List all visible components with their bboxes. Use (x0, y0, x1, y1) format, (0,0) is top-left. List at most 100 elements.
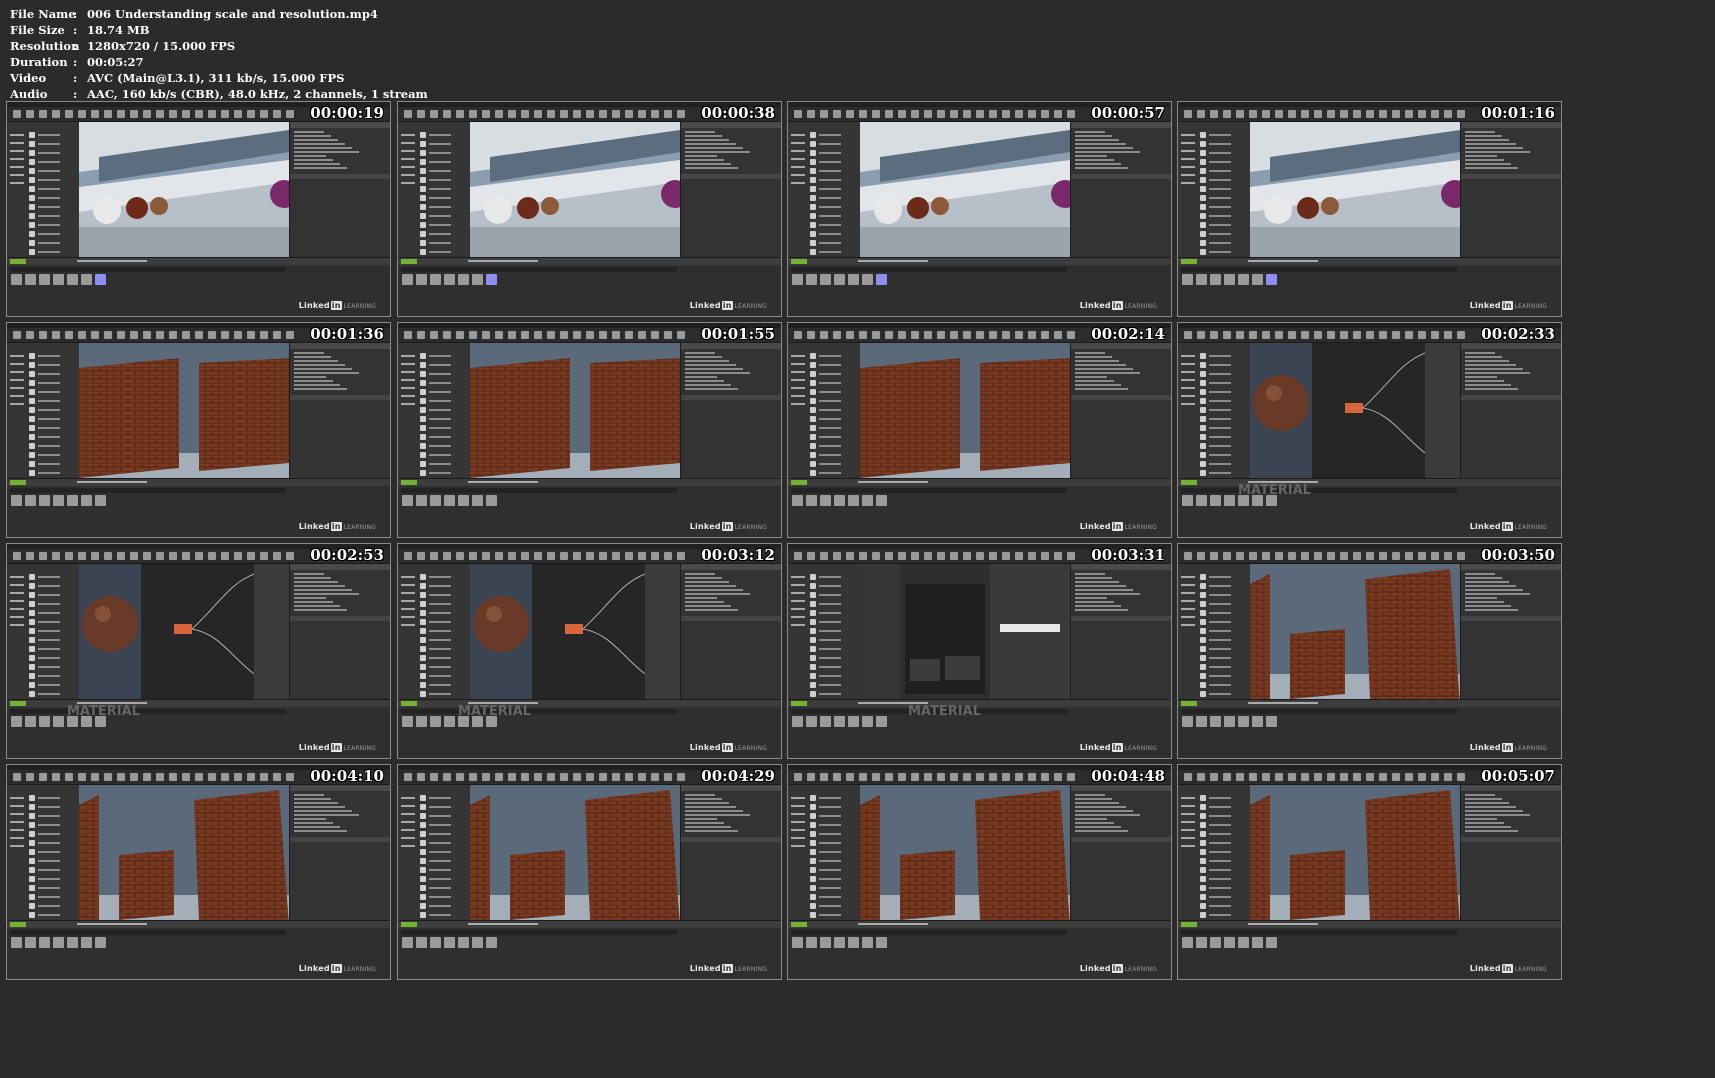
viewport (79, 122, 289, 258)
toolbar-icon (78, 773, 86, 781)
toolbar-icon (78, 331, 86, 339)
outliner-row (1075, 810, 1133, 812)
place-actor-label (1209, 472, 1231, 474)
toolbar-icon (260, 773, 268, 781)
toolbar-icon (1249, 552, 1257, 560)
toolbar-icon (1327, 331, 1335, 339)
toolbar-icon (1366, 552, 1374, 560)
place-actor-label (429, 621, 451, 623)
place-actor-label (819, 851, 841, 853)
toolbar-icon (950, 773, 958, 781)
toolbar-icon (677, 110, 685, 118)
asset-icon (834, 495, 845, 506)
toolbar-icon (130, 331, 138, 339)
outliner-row (685, 380, 724, 382)
outliner-row (1075, 151, 1140, 153)
toolbar-icon (950, 552, 958, 560)
place-actor-icon (420, 434, 426, 440)
place-actor-label (38, 612, 60, 614)
place-actor-icon (1200, 840, 1206, 846)
details-header (290, 616, 390, 621)
toolbar-icon (1392, 331, 1400, 339)
outliner-row (1075, 163, 1121, 165)
toolbar-icon (1340, 110, 1348, 118)
place-actor-icon (810, 249, 816, 255)
toolbar-icon (195, 552, 203, 560)
place-actor-label (819, 684, 841, 686)
content-toolbar (398, 258, 781, 265)
linkedin-learning-watermark: Linked in LEARNING (299, 743, 376, 752)
place-actor-label (819, 152, 841, 154)
place-actor-icon (29, 380, 35, 386)
outliner-row (1075, 147, 1133, 149)
category-label (401, 600, 415, 602)
linkedin-learning-watermark: Linked in LEARNING (1470, 743, 1547, 752)
toolbar-icon (104, 331, 112, 339)
watermark-brand: Linked (1469, 301, 1501, 310)
asset-icon (806, 495, 817, 506)
place-actor-icon (1200, 912, 1206, 918)
toolbar-icon (143, 331, 151, 339)
place-actor-icon (29, 425, 35, 431)
place-actor-label (1209, 134, 1231, 136)
place-actor-icon (29, 673, 35, 679)
toolbar-icon (221, 552, 229, 560)
toolbar-icon (1210, 331, 1218, 339)
toolbar-icon (924, 773, 932, 781)
place-actor-label (429, 364, 451, 366)
outliner-row (1075, 822, 1114, 824)
place-actor-icon (810, 903, 816, 909)
details-header (1461, 395, 1561, 400)
place-actor-icon (29, 831, 35, 837)
place-actor-icon (1200, 867, 1206, 873)
category-label (10, 829, 24, 831)
toolbar-icon (1067, 110, 1075, 118)
place-actor-label (1209, 648, 1231, 650)
asset-icon (53, 937, 64, 948)
outliner-row (685, 585, 736, 587)
modes-panel (1178, 343, 1251, 479)
place-actor-icon (420, 249, 426, 255)
toolbar-icon (1041, 552, 1049, 560)
toolbar-icon (1314, 552, 1322, 560)
outliner-row (1075, 826, 1121, 828)
category-label (10, 363, 24, 365)
toolbar-icon (221, 331, 229, 339)
outliner-row (294, 593, 359, 595)
place-actor-label (429, 152, 451, 154)
toolbar-icon (417, 110, 425, 118)
outliner-row (294, 818, 326, 820)
toolbar-icon (573, 331, 581, 339)
asset-icon (1252, 716, 1263, 727)
video-thumbnail: Linked in LEARNING 00:04:10 (6, 764, 391, 980)
place-actor-label (819, 170, 841, 172)
asset-icon (25, 716, 36, 727)
place-actor-label (819, 860, 841, 862)
place-actor-label (819, 409, 841, 411)
place-actor-icon (810, 628, 816, 634)
outliner-header (1071, 343, 1171, 349)
outliner-row (685, 131, 715, 133)
place-actor-label (38, 134, 60, 136)
place-actor-icon (29, 592, 35, 598)
category-label (1181, 624, 1195, 626)
toolbar-icon (1262, 552, 1270, 560)
asset-icon (444, 716, 455, 727)
place-actor-icon (810, 177, 816, 183)
toolbar-icon (1353, 331, 1361, 339)
place-actor-icon (420, 416, 426, 422)
toolbar-icon (664, 331, 672, 339)
place-actor-label (429, 684, 451, 686)
asset-icon (1182, 716, 1193, 727)
place-actor-label (429, 224, 451, 226)
asset-icon (444, 937, 455, 948)
toolbar-icon (1418, 110, 1426, 118)
outliner-row (1075, 159, 1114, 161)
place-actor-label (819, 576, 841, 578)
place-actor-icon (420, 213, 426, 219)
toolbar-icon (1015, 110, 1023, 118)
place-actor-label (819, 693, 841, 695)
add-new-button (1181, 259, 1197, 264)
content-filter (10, 930, 286, 935)
add-new-button (401, 701, 417, 706)
